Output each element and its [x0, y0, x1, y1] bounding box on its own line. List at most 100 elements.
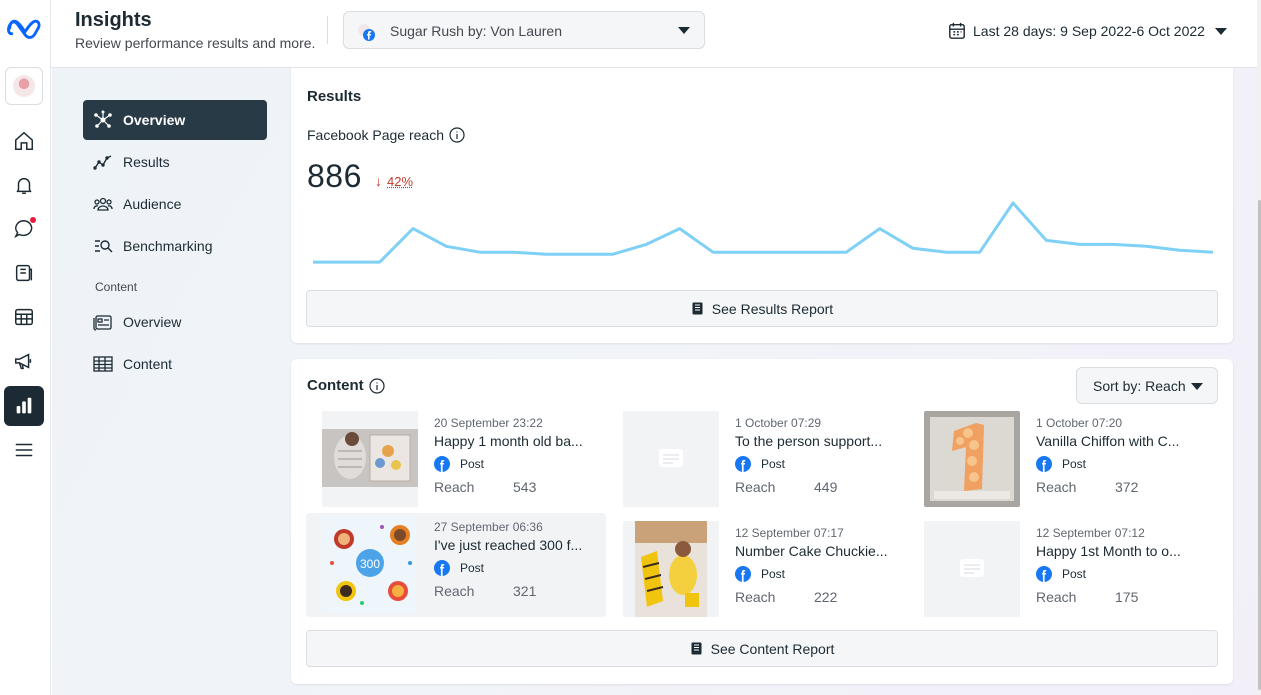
subnav-item-content[interactable]: Content	[83, 344, 267, 384]
reach-value: 886	[307, 158, 362, 194]
bell-icon[interactable]	[4, 165, 44, 205]
facebook-icon	[1036, 456, 1052, 472]
post-date: 1 October 07:20	[1036, 416, 1123, 430]
post-metric-value: 175	[1115, 589, 1139, 605]
results-card: Results Facebook Page reach 886 ↓ 42% Se…	[291, 68, 1233, 343]
baby-photo-thumbnail	[322, 411, 418, 507]
chevron-down-icon	[1191, 383, 1203, 390]
report-icon	[691, 642, 702, 655]
post-metric-label: Reach	[735, 479, 776, 495]
post-date: 12 September 07:17	[735, 526, 844, 540]
menu-icon[interactable]	[4, 430, 44, 470]
reach-metric-label: Facebook Page reach	[307, 127, 465, 143]
header-divider	[327, 16, 328, 44]
content-title: Content	[307, 377, 385, 394]
see-results-report-button[interactable]: See Results Report	[306, 290, 1218, 327]
subnav-item-overview[interactable]: Overview	[83, 100, 267, 140]
facebook-icon	[735, 456, 751, 472]
content-overview-icon	[93, 315, 112, 331]
post-metric-value: 449	[814, 479, 838, 495]
post-thumbnail	[623, 411, 719, 507]
post-metric-value: 372	[1115, 479, 1139, 495]
post-type-label: Post	[460, 457, 485, 471]
reach-change-percent[interactable]: 42%	[387, 174, 413, 189]
report-icon	[692, 302, 703, 315]
content-post-item[interactable]: 20 September 23:22 Happy 1 month old ba.…	[306, 409, 606, 513]
content-post-item[interactable]: 1 October 07:29 To the person support...…	[607, 409, 907, 513]
subnav-item-audience[interactable]: Audience	[83, 184, 267, 224]
facebook-icon	[735, 566, 751, 582]
baby-cake-photo-thumbnail	[623, 521, 719, 617]
pages-icon[interactable]	[4, 253, 44, 293]
post-thumbnail	[924, 411, 1020, 507]
facebook-icon	[1036, 566, 1052, 582]
post-type: Post	[1036, 566, 1086, 582]
post-title: Number Cake Chuckie...	[735, 543, 888, 559]
page-header: Insights Review performance results and …	[51, 0, 1257, 68]
post-type-label: Post	[1062, 567, 1087, 581]
post-thumbnail	[924, 521, 1020, 617]
page-selector-dropdown[interactable]: Sugar Rush by: Von Lauren	[343, 11, 705, 49]
reach-change: ↓ 42%	[375, 173, 413, 189]
subnav-item-label: Content	[123, 356, 173, 372]
reach-metric-text: Facebook Page reach	[307, 127, 444, 143]
page-selector-label: Sugar Rush by: Von Lauren	[390, 23, 563, 39]
sort-dropdown[interactable]: Sort by: Reach	[1076, 367, 1218, 404]
content-card: Content Sort by: Reach 20 September 23:2…	[291, 359, 1233, 684]
post-title: To the person support...	[735, 433, 883, 449]
post-title: Vanilla Chiffon with C...	[1036, 433, 1180, 449]
post-type: Post	[1036, 456, 1086, 472]
post-thumbnail: 300	[322, 517, 418, 613]
home-icon[interactable]	[4, 121, 44, 161]
post-thumbnail	[623, 521, 719, 617]
post-metric-label: Reach	[1036, 479, 1077, 495]
post-metric-label: Reach	[434, 583, 475, 599]
svg-text:300: 300	[360, 557, 380, 571]
post-date: 20 September 23:22	[434, 416, 543, 430]
page-title: Insights	[75, 9, 152, 31]
subnav-item-label: Results	[123, 154, 170, 170]
post-date: 1 October 07:29	[735, 416, 822, 430]
content-post-item[interactable]: 300 27 September 06:36 I've just reached…	[306, 513, 606, 617]
subnav-item-label: Overview	[123, 314, 182, 330]
page-avatar[interactable]	[5, 67, 43, 105]
facebook-icon	[434, 560, 450, 576]
post-type-label: Post	[761, 457, 786, 471]
milestone-300-thumbnail: 300	[322, 517, 418, 613]
subnav-item-label: Benchmarking	[123, 238, 213, 254]
content-title-text: Content	[307, 377, 364, 394]
results-title: Results	[307, 88, 362, 105]
content-post-item[interactable]: 12 September 07:17 Number Cake Chuckie..…	[607, 519, 907, 623]
text-post-placeholder-icon	[623, 411, 719, 507]
post-date: 27 September 06:36	[434, 520, 543, 534]
subnav-item-benchmarking[interactable]: Benchmarking	[83, 226, 267, 266]
see-content-report-button[interactable]: See Content Report	[306, 630, 1218, 667]
date-range-picker[interactable]: Last 28 days: 9 Sep 2022-6 Oct 2022	[948, 20, 1227, 42]
content-post-item[interactable]: 12 September 07:12 Happy 1st Month to o.…	[908, 519, 1208, 623]
meta-logo-icon[interactable]	[6, 16, 44, 40]
insights-icon[interactable]	[4, 386, 44, 426]
post-type-label: Post	[1062, 457, 1087, 471]
chat-icon[interactable]	[4, 209, 44, 249]
post-type: Post	[735, 456, 785, 472]
subnav-item-content-overview[interactable]: Overview	[83, 302, 267, 342]
post-metric-label: Reach	[434, 479, 475, 495]
post-metric-label: Reach	[735, 589, 776, 605]
sort-label: Sort by: Reach	[1093, 378, 1186, 394]
text-post-placeholder-icon	[924, 521, 1020, 617]
info-icon[interactable]	[449, 127, 465, 143]
subnav-item-label: Audience	[123, 196, 182, 212]
post-metric-value: 222	[814, 589, 838, 605]
content-table-icon	[93, 356, 113, 372]
info-icon[interactable]	[369, 377, 385, 394]
insights-subnav: Overview Results Audience Benchmarking C…	[83, 100, 267, 386]
facebook-icon	[434, 456, 450, 472]
table-icon[interactable]	[4, 297, 44, 337]
post-type: Post	[735, 566, 785, 582]
megaphone-icon[interactable]	[4, 341, 44, 381]
content-post-item[interactable]: 1 October 07:20 Vanilla Chiffon with C..…	[908, 409, 1208, 513]
post-type-label: Post	[761, 567, 786, 581]
date-range-label: Last 28 days: 9 Sep 2022-6 Oct 2022	[973, 23, 1205, 39]
page-facebook-icon	[358, 24, 375, 41]
subnav-item-results[interactable]: Results	[83, 142, 267, 182]
